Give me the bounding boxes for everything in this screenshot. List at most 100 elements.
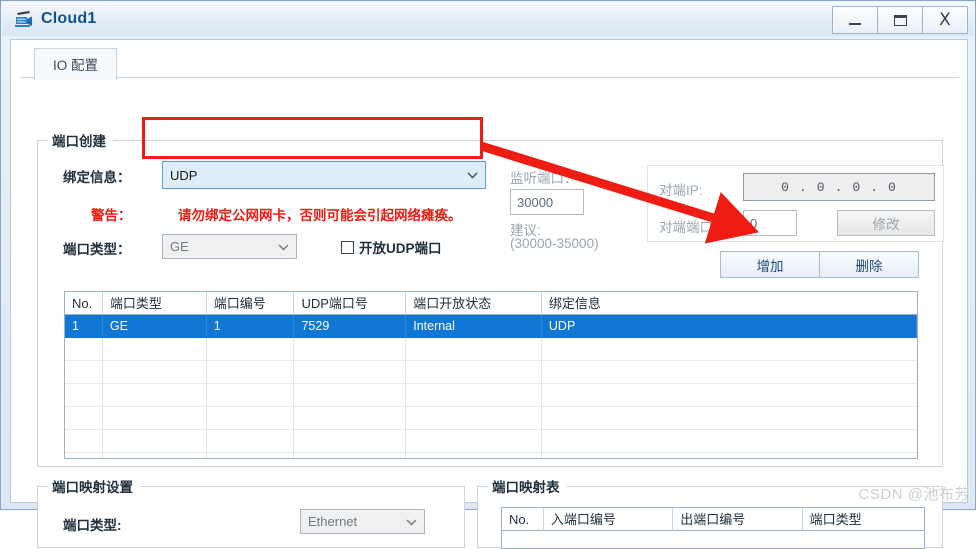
table-column-header: 绑定信息: [541, 292, 917, 315]
open-udp-port-checkbox[interactable]: 开放UDP端口: [341, 237, 442, 257]
add-button[interactable]: 增加: [720, 251, 820, 278]
listen-port-value: 30000: [517, 194, 554, 210]
tab-baseline: [21, 77, 959, 78]
table-cell: [102, 384, 207, 407]
mapping-port-type-combo[interactable]: Ethernet: [300, 509, 425, 534]
table-cell: [541, 384, 917, 407]
table-cell: [206, 384, 295, 407]
warning-text: 请勿绑定公网网卡，否则可能会引起网络瘫痪。: [178, 208, 462, 223]
table-column-header: 出端口编号: [673, 508, 803, 531]
watermark: CSDN @池布芳: [858, 486, 970, 503]
table-column-header: 端口开放状态: [406, 292, 542, 315]
tab-strip: IO 配置: [21, 48, 959, 80]
peer-ip-input[interactable]: 0 . 0 . 0 . 0: [743, 173, 935, 201]
peer-ip-separator: .: [870, 179, 880, 195]
table-cell: [406, 384, 542, 407]
chevron-down-icon: [467, 172, 478, 179]
chevron-down-icon: [278, 244, 289, 250]
mapping-port-type-label: 端口类型:: [63, 518, 122, 533]
open-udp-port-checkbox-label: 开放UDP端口: [359, 241, 442, 256]
table-cell: [102, 361, 207, 384]
checkbox-box-icon: [341, 240, 354, 254]
peer-port-value: 0: [750, 215, 758, 231]
table-cell: [541, 338, 917, 361]
table-row[interactable]: [65, 338, 917, 361]
port-mapping-settings-title: 端口映射设置: [48, 476, 140, 496]
port-mapping-table[interactable]: No. 入端口编号 出端口编号 端口类型: [501, 507, 925, 549]
tab-io-config[interactable]: IO 配置: [34, 48, 118, 80]
table-cell: [294, 430, 407, 453]
modify-button-label: 修改: [872, 217, 900, 232]
chevron-down-icon: [406, 519, 417, 525]
table-cell: [65, 384, 103, 407]
table-cell: [207, 453, 295, 458]
table-cell: [294, 338, 407, 361]
table-row[interactable]: [65, 384, 917, 407]
delete-button[interactable]: 删除: [819, 251, 919, 278]
table-row[interactable]: [65, 453, 917, 458]
table-column-header: 入端口编号: [543, 508, 674, 531]
tab-io-config-label: IO 配置: [53, 58, 99, 73]
peer-ip-octet-3: 0: [852, 179, 862, 195]
window-controls: X: [832, 6, 968, 34]
table-header-row: No. 入端口编号 出端口编号 端口类型: [502, 508, 924, 531]
peer-port-input[interactable]: 0: [743, 210, 797, 236]
peer-ip-octet-2: 0: [816, 179, 826, 195]
maximize-button[interactable]: [877, 6, 923, 34]
title-bar: Cloud1 X: [2, 2, 974, 36]
window-title: Cloud1: [41, 10, 97, 27]
port-create-group: 端口创建 绑定信息： UDP 警告： 请勿绑定公网网卡，否则可能会引起网络瘫痪。…: [37, 130, 944, 467]
delete-button-label: 删除: [855, 258, 883, 274]
warning-label: 警告：: [91, 208, 132, 223]
table-cell: [406, 430, 542, 453]
table-cell: [294, 453, 407, 458]
minimize-button[interactable]: [832, 6, 878, 34]
table-cell: [541, 361, 917, 384]
bind-info-combo-value: UDP: [170, 167, 198, 183]
table-cell: 7529: [294, 315, 407, 338]
peer-ip-separator: .: [834, 179, 844, 195]
table-column-header: No.: [65, 292, 103, 315]
table-cell: [406, 361, 542, 384]
table-cell: 1: [65, 315, 103, 338]
table-cell: [541, 407, 917, 430]
table-body: 1 GE 1 7529 Internal UDP: [65, 315, 917, 458]
modify-button[interactable]: 修改: [837, 210, 935, 236]
port-list-table[interactable]: No. 端口类型 端口编号 UDP端口号 端口开放状态 绑定信息 1 GE 1 7529 Inte…: [64, 291, 918, 459]
maximize-icon: [893, 14, 907, 26]
table-column-header: 端口类型: [102, 292, 207, 315]
table-column-header: 端口编号: [206, 292, 295, 315]
close-button[interactable]: X: [922, 6, 968, 34]
table-cell: [206, 430, 295, 453]
client-area: IO 配置 端口创建 绑定信息： UDP 警告： 请勿绑定公网网卡，否则可能会引…: [10, 39, 968, 549]
table-column-header: UDP端口号: [294, 292, 407, 315]
port-type-combo[interactable]: GE: [162, 234, 297, 259]
cloud-device-icon: [13, 8, 35, 30]
close-icon: X: [939, 9, 951, 30]
table-cell: [65, 361, 103, 384]
table-cell: [65, 453, 103, 458]
minimize-icon: [849, 22, 861, 25]
table-cell: [65, 407, 103, 430]
listen-port-input[interactable]: 30000: [510, 189, 584, 215]
table-cell: [65, 430, 103, 453]
table-cell: [102, 407, 207, 430]
application-window: Cloud1 X IO 配置 端口创建 绑定信息： UDP 警告： 请勿绑定公网…: [0, 0, 976, 549]
peer-port-label: 对端端口:: [659, 220, 717, 235]
table-cell: [542, 453, 917, 458]
table-cell: [206, 407, 295, 430]
table-row[interactable]: [65, 361, 917, 384]
port-mapping-table-title: 端口映射表: [488, 476, 567, 496]
table-cell: [294, 361, 407, 384]
suggest-range: (30000-35000): [510, 236, 599, 251]
add-button-label: 增加: [756, 258, 784, 274]
table-cell: [406, 453, 542, 458]
bind-info-combo[interactable]: UDP: [162, 161, 486, 189]
table-row[interactable]: [65, 407, 917, 430]
table-cell: [406, 407, 542, 430]
table-row[interactable]: [65, 430, 917, 453]
table-row[interactable]: 1 GE 1 7529 Internal UDP: [65, 315, 917, 338]
table-column-header: 端口类型: [802, 508, 924, 531]
table-cell: [206, 338, 295, 361]
table-cell: [406, 338, 542, 361]
